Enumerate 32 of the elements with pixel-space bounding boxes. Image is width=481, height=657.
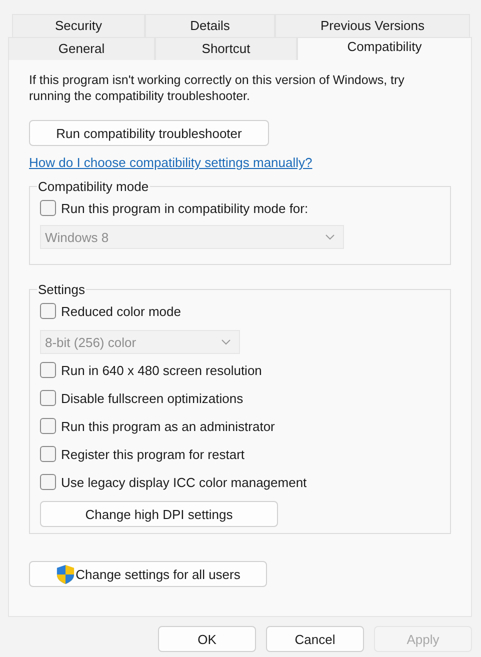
- checkbox[interactable]: [40, 200, 56, 216]
- dialog-button[interactable]: OK: [158, 626, 256, 652]
- checkbox-label[interactable]: Run this program as an administrator: [61, 418, 275, 434]
- checkbox-label[interactable]: Use legacy display ICC color management: [61, 474, 307, 490]
- checkbox[interactable]: [40, 418, 56, 434]
- dpi-settings-button[interactable]: Change high DPI settings: [40, 501, 278, 527]
- checkbox[interactable]: [40, 474, 56, 490]
- checkbox-label[interactable]: Run this program in compatibility mode for:: [61, 200, 308, 216]
- description-text: If this program isn't working correctly on this version of Windows, try running the compatibility troubleshooter.: [29, 72, 406, 104]
- tab[interactable]: General: [8, 37, 155, 60]
- checkbox-label[interactable]: Run in 640 x 480 screen resolution: [61, 362, 262, 378]
- tab[interactable]: Compatibility: [297, 37, 472, 60]
- help-link[interactable]: How do I choose compatibility settings manually?: [29, 155, 312, 170]
- caret-icon: [221, 339, 231, 345]
- checkbox[interactable]: [40, 362, 56, 378]
- tab[interactable]: Previous Versions: [275, 14, 470, 37]
- checkbox[interactable]: [40, 303, 56, 319]
- tab[interactable]: Shortcut: [155, 37, 297, 60]
- checkbox-label[interactable]: Disable fullscreen optimizations: [61, 390, 244, 406]
- tab[interactable]: Security: [12, 14, 145, 37]
- dialog-button[interactable]: Cancel: [266, 626, 364, 652]
- troubleshooter-button[interactable]: Run compatibility troubleshooter: [29, 120, 269, 146]
- checkbox[interactable]: [40, 446, 56, 462]
- checkbox-label[interactable]: Register this program for restart: [61, 446, 245, 462]
- caret-icon: [325, 234, 335, 240]
- shield-icon: [56, 564, 75, 584]
- checkbox-label[interactable]: Reduced color mode: [61, 304, 181, 318]
- tab[interactable]: Details: [145, 14, 275, 37]
- group-title: Compatibility mode: [37, 179, 150, 194]
- group-title: Settings: [37, 282, 86, 297]
- checkbox[interactable]: [40, 390, 56, 406]
- all-users-button[interactable]: Change settings for all users: [29, 561, 267, 587]
